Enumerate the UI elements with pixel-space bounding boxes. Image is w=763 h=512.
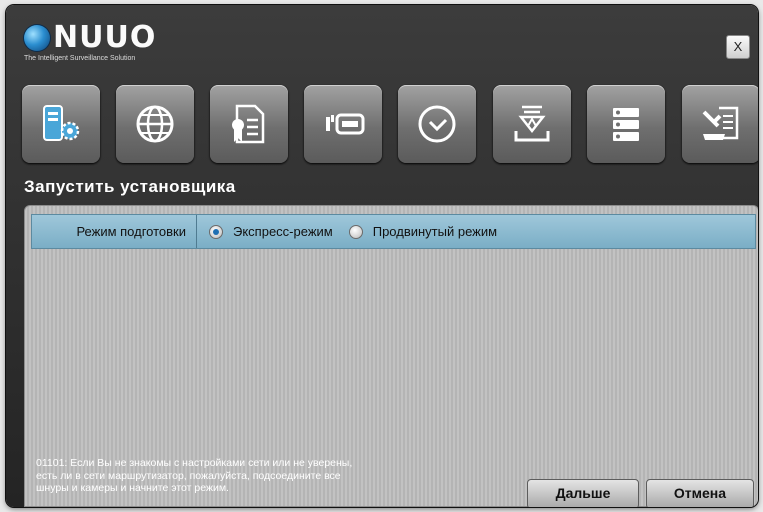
setup-mode-row: Режим подготовки Экспресс-режим Продвину… <box>31 214 756 249</box>
tools-document-icon <box>702 106 739 140</box>
server-list-icon <box>613 108 639 141</box>
cancel-button[interactable]: Отмена <box>646 479 754 507</box>
info-message: 01101: Если Вы не знакомы с настройками … <box>36 457 416 495</box>
step-server-button[interactable] <box>587 85 665 163</box>
brand-tagline: The Intelligent Surveillance Solution <box>24 55 136 62</box>
step-install-button[interactable] <box>493 85 571 163</box>
express-mode-radio[interactable] <box>209 224 223 239</box>
step-system-button[interactable] <box>22 85 100 163</box>
globe-logo-icon <box>24 25 50 51</box>
page-title: Запустить установщика <box>24 177 236 196</box>
info-line-2: есть ли в сети маршрутизатор, пожалуйста… <box>36 469 341 482</box>
clock-icon <box>418 105 456 143</box>
advanced-mode-label[interactable]: Продвинутый режим <box>373 224 497 239</box>
express-mode-label[interactable]: Экспресс-режим <box>233 224 333 239</box>
brand-name: NUUO <box>53 20 157 55</box>
step-storage-button[interactable] <box>304 85 382 163</box>
nuuo-logo: NUUO The Intelligent Surveillance Soluti… <box>24 23 156 62</box>
step-tools-button[interactable] <box>682 85 758 163</box>
network-globe-icon <box>136 105 174 143</box>
next-button[interactable]: Дальше <box>527 479 639 507</box>
info-line-3: шнуры и камеры и начните этот режим. <box>36 482 229 494</box>
step-time-button[interactable] <box>398 85 476 163</box>
system-settings-icon <box>43 105 80 141</box>
info-line-1: 01101: Если Вы не знакомы с настройками … <box>36 457 353 469</box>
advanced-mode-radio[interactable] <box>348 224 363 239</box>
step-network-button[interactable] <box>116 85 194 163</box>
certificate-icon <box>232 104 265 144</box>
installer-window: NUUO The Intelligent Surveillance Soluti… <box>6 5 758 507</box>
setup-mode-label: Режим подготовки <box>32 215 197 248</box>
close-button[interactable]: X <box>726 35 750 59</box>
step-license-button[interactable] <box>210 85 288 163</box>
storage-drive-icon <box>326 113 365 135</box>
step-toolbar <box>22 85 758 165</box>
download-install-icon <box>514 105 550 142</box>
